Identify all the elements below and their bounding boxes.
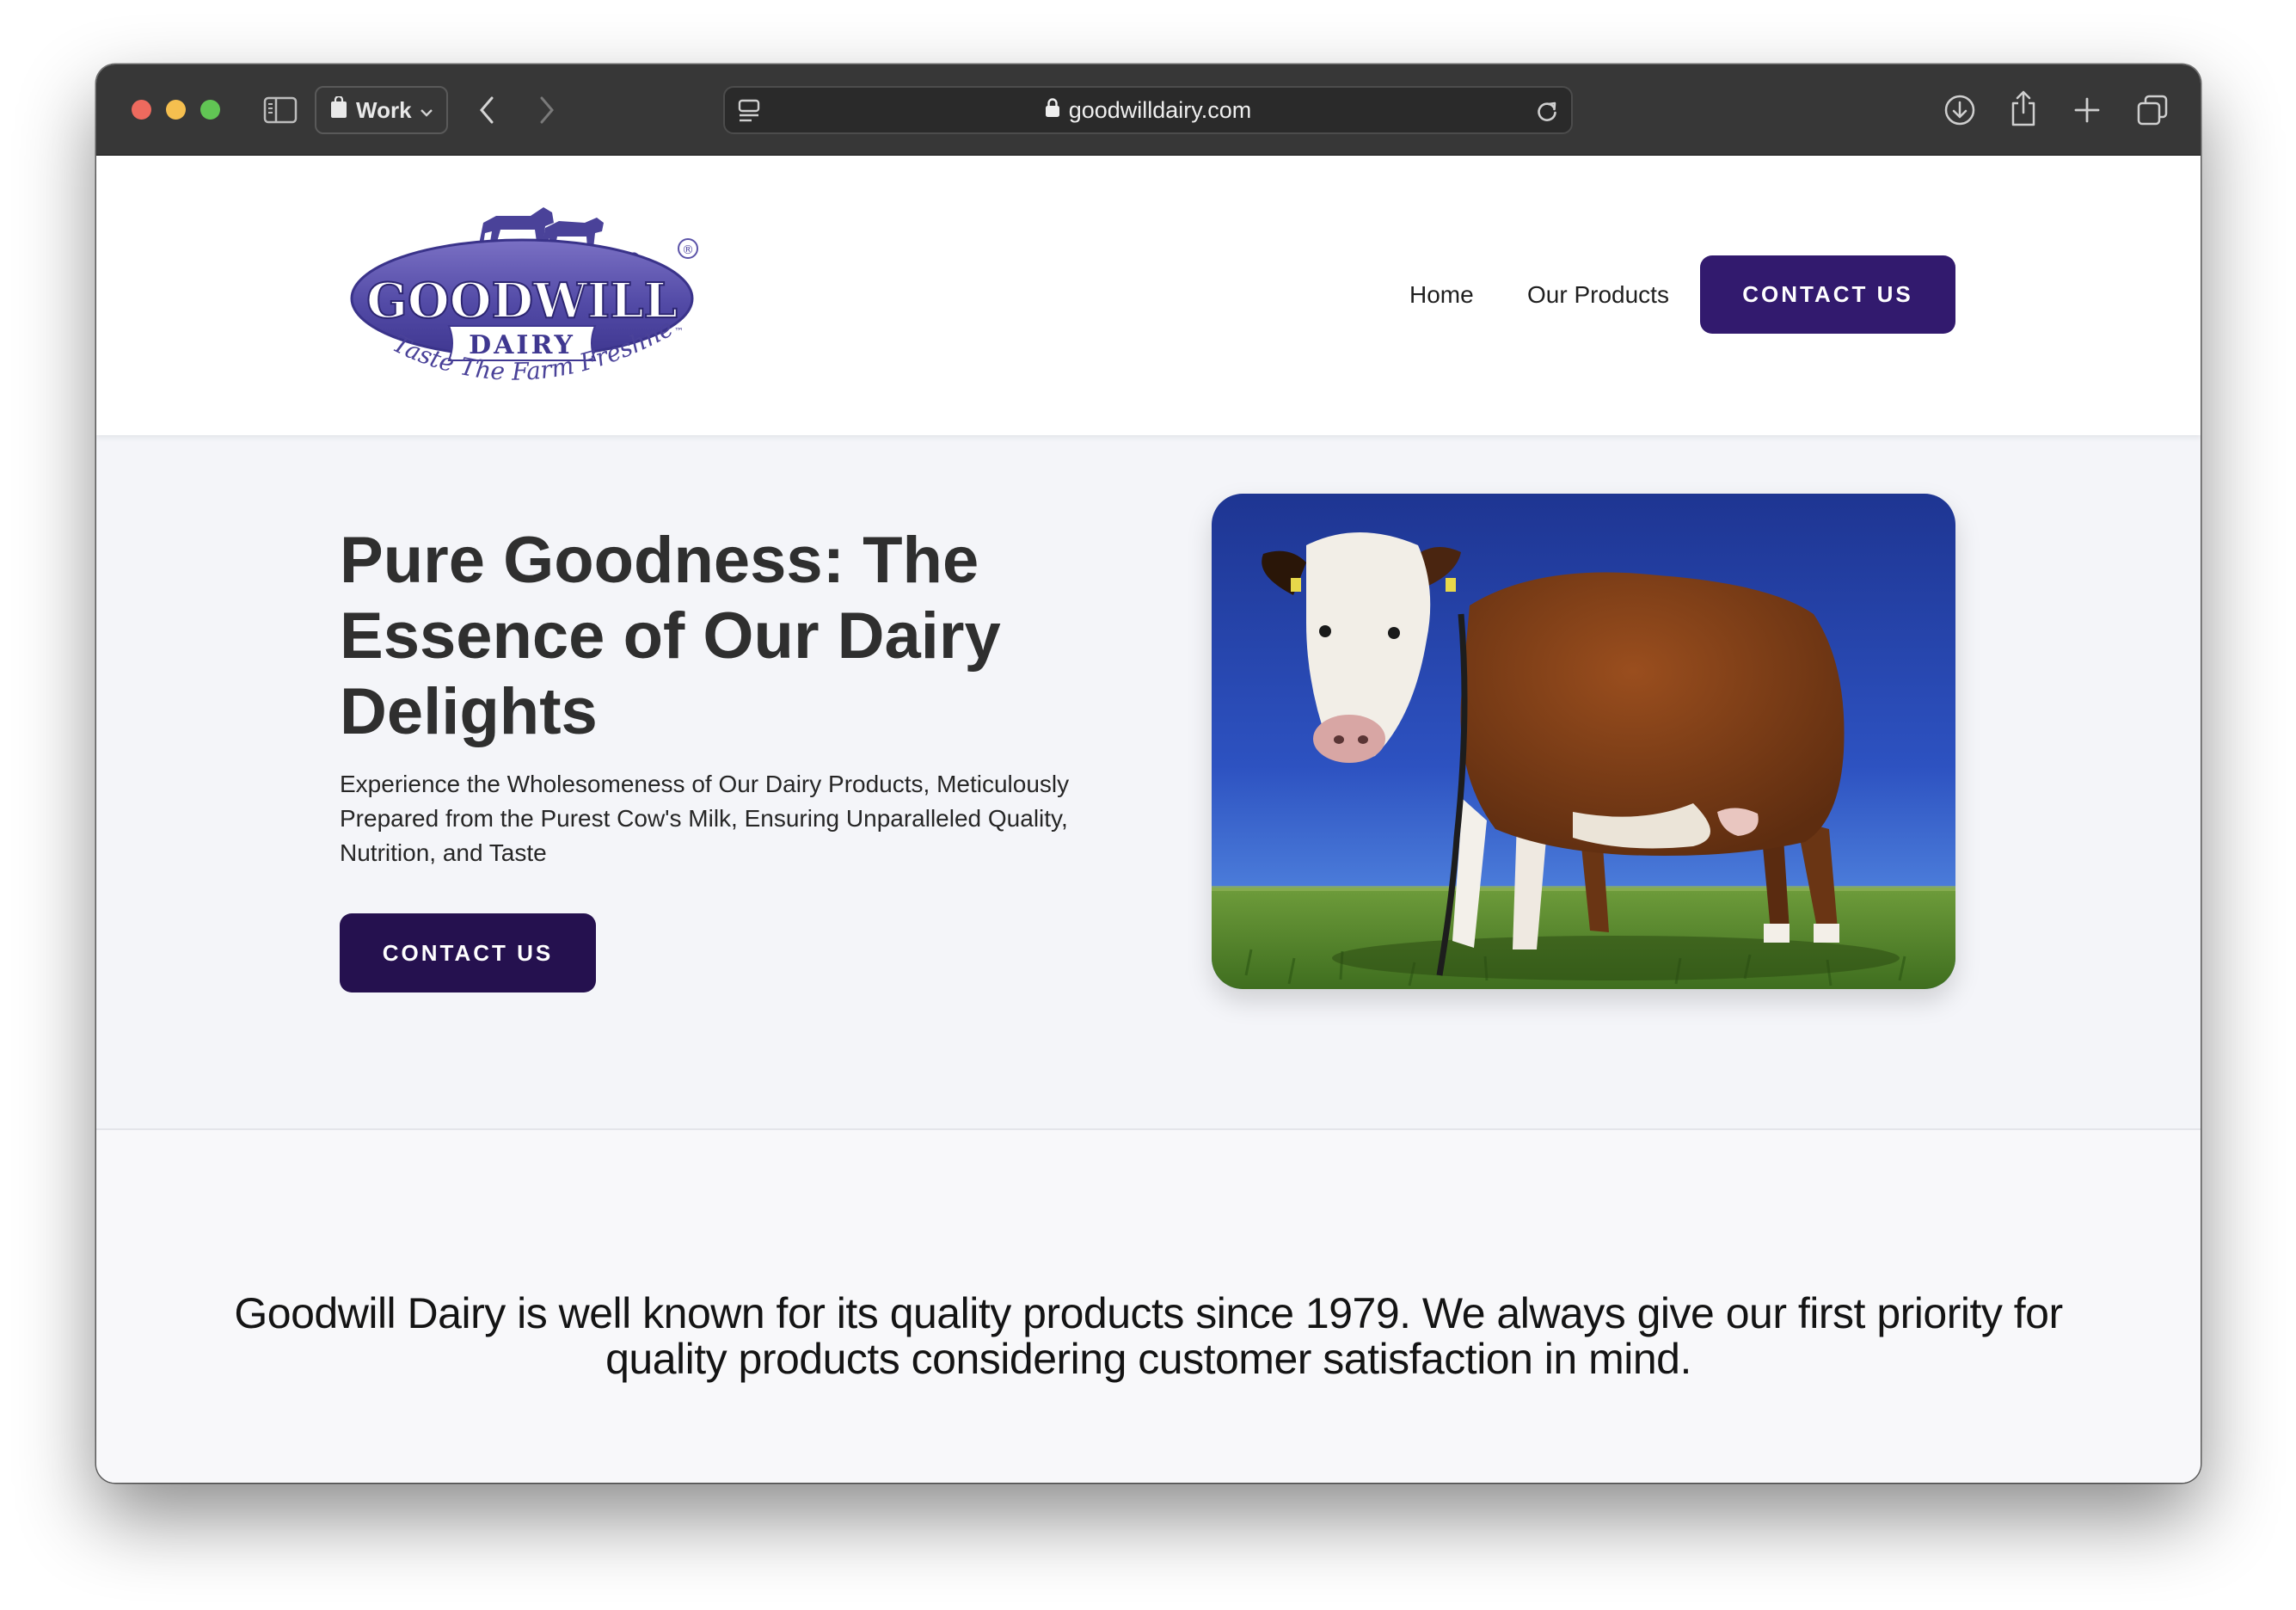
tab-group-selector[interactable]: Work (315, 86, 448, 134)
url-display: goodwilldairy.com (725, 88, 1571, 132)
goodwill-dairy-logo[interactable]: GOODWILL DAIRY ® Taste The Farm Freshnes… (340, 175, 707, 403)
zoom-window-button[interactable] (200, 100, 220, 120)
web-page: GOODWILL DAIRY ® Taste The Farm Freshnes… (96, 156, 2201, 1483)
registered-mark: ® (682, 243, 694, 257)
chevron-down-icon (420, 97, 433, 124)
site-header: GOODWILL DAIRY ® Taste The Farm Freshnes… (96, 156, 2201, 435)
tab-group-icon (329, 95, 348, 125)
reload-icon[interactable] (1533, 97, 1561, 125)
new-tab-icon[interactable] (2070, 93, 2104, 127)
nav-link-home[interactable]: Home (1409, 281, 1474, 309)
tab-group-label: Work (356, 96, 412, 123)
minimize-window-button[interactable] (166, 100, 186, 120)
lock-icon (1045, 97, 1060, 124)
browser-toolbar: Work goodwilldairy.com (96, 65, 2201, 156)
close-window-button[interactable] (132, 100, 151, 120)
forward-arrow-icon[interactable] (531, 94, 562, 126)
sidebar-icon[interactable] (262, 95, 298, 126)
nav-link-our-products[interactable]: Our Products (1527, 281, 1669, 309)
about-section: Goodwill Dairy is well known for its qua… (96, 1130, 2201, 1483)
hero-contact-us-button[interactable]: CONTACT US (340, 913, 596, 992)
logo-brand-text: GOODWILL (366, 273, 678, 329)
hero-title: Pure Goodness: The Essence of Our Dairy … (340, 524, 1001, 748)
tab-overview-icon[interactable] (2134, 92, 2170, 128)
tagline-trademark: ™ (674, 326, 684, 337)
downloads-icon[interactable] (1942, 92, 1978, 128)
address-bar[interactable]: goodwilldairy.com (723, 86, 1573, 134)
hero-subtitle: Experience the Wholesomeness of Our Dair… (340, 771, 1070, 866)
browser-window: Work goodwilldairy.com GOODWILL DAIRY ® … (96, 65, 2201, 1483)
share-icon[interactable] (2006, 89, 2041, 128)
hero-section: Pure Goodness: The Essence of Our Dairy … (96, 435, 2201, 1130)
header-contact-us-button[interactable]: CONTACT US (1700, 255, 1955, 334)
url-text: goodwilldairy.com (1068, 96, 1252, 123)
back-arrow-icon[interactable] (471, 94, 502, 126)
about-statement: Goodwill Dairy is well known for its qua… (234, 1289, 2063, 1383)
cow-in-field-image (1212, 494, 1955, 989)
